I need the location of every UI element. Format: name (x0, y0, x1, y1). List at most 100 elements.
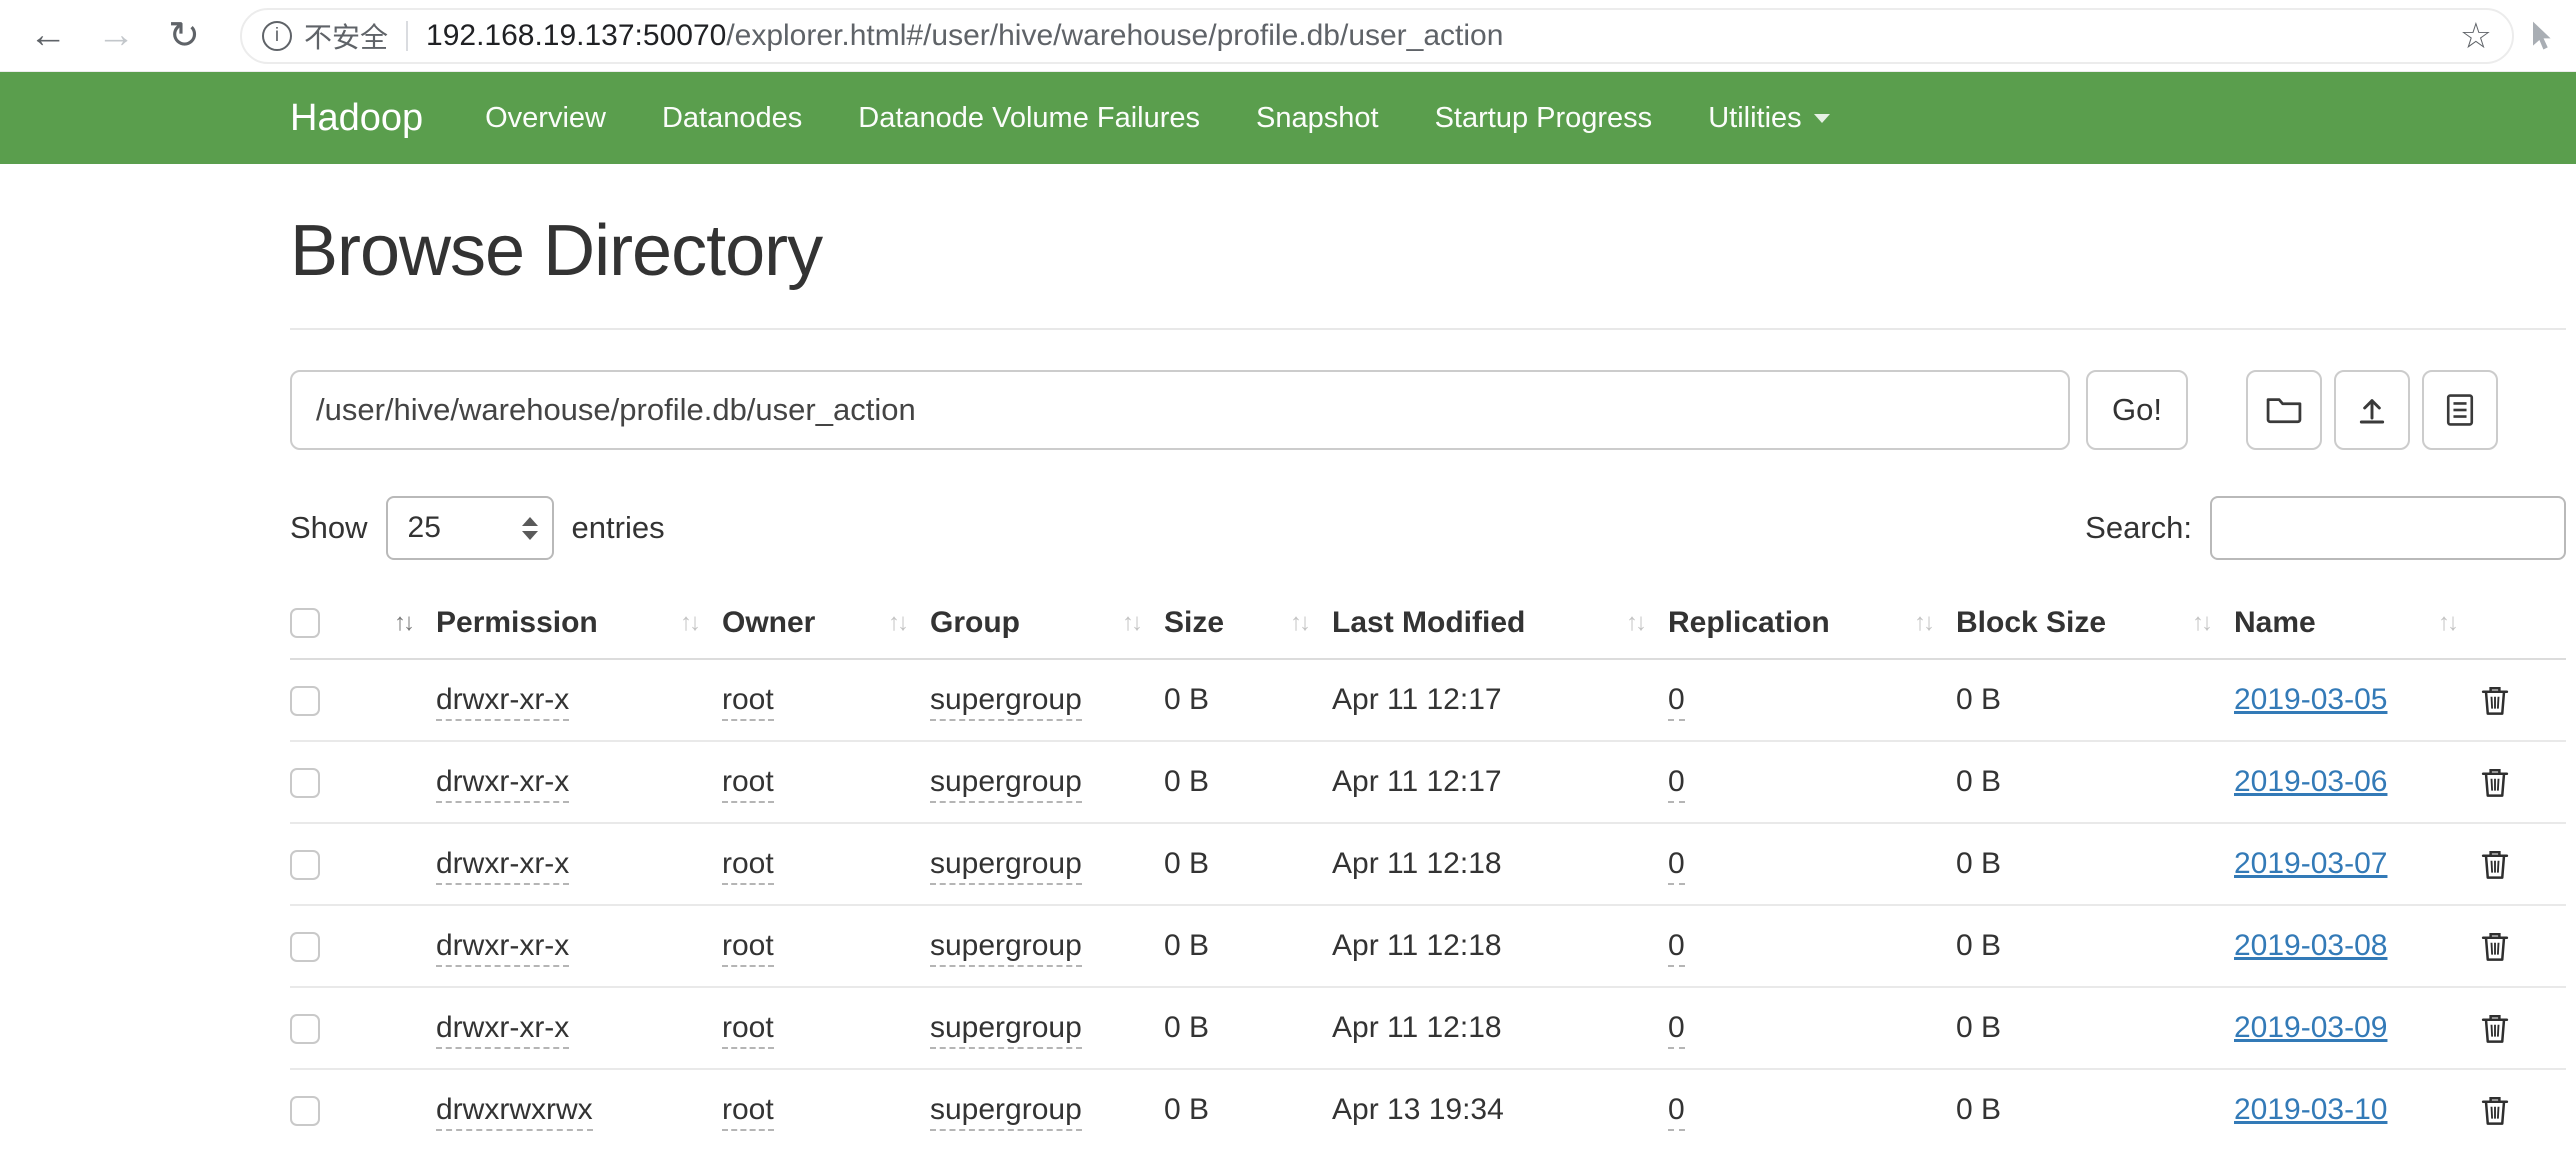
nav-item-datanode-volume-failures[interactable]: Datanode Volume Failures (858, 102, 1200, 135)
permission-value[interactable]: drwxr-xr-x (436, 683, 569, 721)
directory-path-input[interactable] (290, 370, 2070, 450)
address-bar[interactable]: i 不安全 192.168.19.137:50070/explorer.html… (240, 8, 2514, 64)
create-directory-button[interactable] (2246, 370, 2322, 450)
entries-per-page-value: 25 (408, 511, 441, 545)
show-label: Show (290, 510, 368, 546)
column-header-block-size[interactable]: Block Size↑↓ (1956, 594, 2234, 659)
replication-value[interactable]: 0 (1668, 1093, 1685, 1131)
column-header-name[interactable]: Name↑↓ (2234, 594, 2480, 659)
sort-icon[interactable]: ↑↓ (1626, 609, 1644, 637)
nav-item-datanodes[interactable]: Datanodes (662, 102, 802, 135)
block-size-value: 0 B (1956, 823, 2234, 905)
forward-icon[interactable]: → (94, 14, 138, 57)
column-header-group[interactable]: Group↑↓ (930, 594, 1164, 659)
owner-value[interactable]: root (722, 683, 774, 721)
group-value[interactable]: supergroup (930, 847, 1082, 885)
divider (290, 328, 2566, 330)
delete-button[interactable] (2480, 1012, 2510, 1045)
go-button[interactable]: Go! (2086, 370, 2188, 450)
column-header-owner[interactable]: Owner↑↓ (722, 594, 930, 659)
row-checkbox[interactable] (290, 1096, 320, 1126)
sort-icon[interactable]: ↑↓ (394, 609, 412, 637)
select-all-checkbox[interactable] (290, 608, 320, 638)
owner-value[interactable]: root (722, 847, 774, 885)
permission-value[interactable]: drwxr-xr-x (436, 765, 569, 803)
nav-item-utilities[interactable]: Utilities (1708, 102, 1829, 135)
bookmark-star-icon[interactable]: ☆ (2454, 15, 2498, 57)
select-stepper-icon (522, 517, 538, 540)
row-checkbox[interactable] (290, 1014, 320, 1044)
delete-button[interactable] (2480, 930, 2510, 963)
group-value[interactable]: supergroup (930, 929, 1082, 967)
file-link[interactable]: 2019-03-05 (2234, 683, 2387, 716)
search-input[interactable] (2210, 496, 2566, 560)
sort-icon[interactable]: ↑↓ (1290, 609, 1308, 637)
hadoop-navbar: Hadoop Overview Datanodes Datanode Volum… (0, 72, 2576, 164)
replication-value[interactable]: 0 (1668, 765, 1685, 803)
owner-value[interactable]: root (722, 765, 774, 803)
replication-value[interactable]: 0 (1668, 1011, 1685, 1049)
sort-icon[interactable]: ↑↓ (680, 609, 698, 637)
file-link[interactable]: 2019-03-06 (2234, 765, 2387, 798)
nav-item-startup-progress[interactable]: Startup Progress (1435, 102, 1653, 135)
file-link[interactable]: 2019-03-09 (2234, 1011, 2387, 1044)
replication-value[interactable]: 0 (1668, 929, 1685, 967)
nav-item-snapshot[interactable]: Snapshot (1256, 102, 1379, 135)
table-row: drwxr-xr-x root supergroup 0 B Apr 11 12… (290, 741, 2566, 823)
size-value: 0 B (1164, 1069, 1332, 1150)
last-modified-value: Apr 13 19:34 (1332, 1069, 1668, 1150)
column-header-last-modified[interactable]: Last Modified↑↓ (1332, 594, 1668, 659)
entries-per-page-select[interactable]: 25 (386, 496, 554, 560)
permission-value[interactable]: drwxrwxrwx (436, 1093, 593, 1131)
group-value[interactable]: supergroup (930, 683, 1082, 721)
file-link[interactable]: 2019-03-08 (2234, 929, 2387, 962)
sort-icon[interactable]: ↑↓ (888, 609, 906, 637)
trash-icon (2480, 766, 2510, 799)
separator (406, 21, 408, 51)
column-header-size[interactable]: Size↑↓ (1164, 594, 1332, 659)
column-header-permission[interactable]: Permission↑↓ (436, 594, 722, 659)
file-info-button[interactable] (2422, 370, 2498, 450)
nav-item-overview[interactable]: Overview (485, 102, 606, 135)
file-link[interactable]: 2019-03-07 (2234, 847, 2387, 880)
sort-icon[interactable]: ↑↓ (2438, 609, 2456, 637)
group-value[interactable]: supergroup (930, 1093, 1082, 1131)
row-checkbox[interactable] (290, 686, 320, 716)
navbar-brand-hadoop[interactable]: Hadoop (290, 97, 423, 140)
upload-file-button[interactable] (2334, 370, 2410, 450)
replication-value[interactable]: 0 (1668, 683, 1685, 721)
permission-value[interactable]: drwxr-xr-x (436, 1011, 569, 1049)
owner-value[interactable]: root (722, 929, 774, 967)
file-link[interactable]: 2019-03-10 (2234, 1093, 2387, 1126)
column-header-replication[interactable]: Replication↑↓ (1668, 594, 1956, 659)
trash-icon (2480, 930, 2510, 963)
sort-icon[interactable]: ↑↓ (1122, 609, 1140, 637)
row-checkbox[interactable] (290, 932, 320, 962)
group-value[interactable]: supergroup (930, 765, 1082, 803)
owner-value[interactable]: root (722, 1011, 774, 1049)
security-label[interactable]: 不安全 (304, 16, 388, 56)
select-all-header[interactable]: ↑↓ (290, 594, 436, 659)
block-size-value: 0 B (1956, 1069, 2234, 1150)
url-host: 192.168.19.137:50070 (426, 19, 726, 52)
delete-button[interactable] (2480, 1094, 2510, 1127)
delete-button[interactable] (2480, 684, 2510, 717)
row-checkbox[interactable] (290, 850, 320, 880)
reload-icon[interactable]: ↻ (162, 13, 206, 58)
row-checkbox[interactable] (290, 768, 320, 798)
sort-icon[interactable]: ↑↓ (2192, 609, 2210, 637)
trash-icon (2480, 848, 2510, 881)
sort-icon[interactable]: ↑↓ (1914, 609, 1932, 637)
group-value[interactable]: supergroup (930, 1011, 1082, 1049)
delete-button[interactable] (2480, 766, 2510, 799)
delete-button[interactable] (2480, 848, 2510, 881)
block-size-value: 0 B (1956, 987, 2234, 1069)
back-icon[interactable]: ← (26, 14, 70, 57)
permission-value[interactable]: drwxr-xr-x (436, 929, 569, 967)
replication-value[interactable]: 0 (1668, 847, 1685, 885)
owner-value[interactable]: root (722, 1093, 774, 1131)
table-row: drwxr-xr-x root supergroup 0 B Apr 11 12… (290, 987, 2566, 1069)
permission-value[interactable]: drwxr-xr-x (436, 847, 569, 885)
url-path: /explorer.html#/user/hive/warehouse/prof… (726, 19, 1503, 52)
info-icon[interactable]: i (262, 21, 292, 51)
